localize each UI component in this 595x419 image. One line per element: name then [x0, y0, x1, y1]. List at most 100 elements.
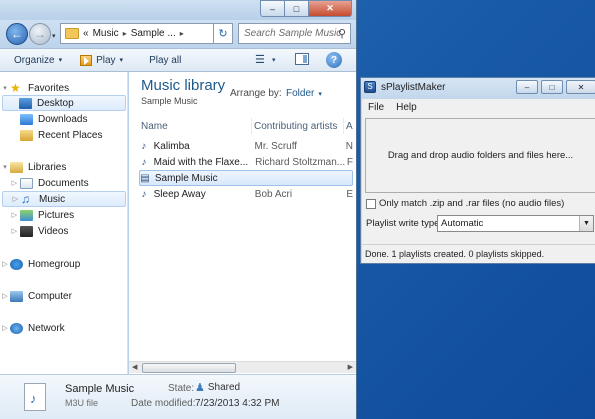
nav-label: Music: [39, 193, 66, 205]
network-icon: [10, 322, 23, 334]
music-file-icon: ♪: [141, 156, 147, 168]
expand-icon[interactable]: ▷: [0, 211, 20, 219]
nav-desktop[interactable]: Desktop: [2, 95, 126, 111]
expand-icon[interactable]: ▷: [0, 324, 10, 332]
file-artist: Mr. Scruff: [254, 140, 298, 152]
drop-zone-text: Drag and drop audio folders and files he…: [387, 150, 574, 161]
nav-downloads[interactable]: Downloads: [0, 111, 126, 127]
nav-music[interactable]: ▷ ♫ Music: [2, 191, 126, 207]
playlist-type-label: Playlist write types:: [366, 218, 447, 229]
search-input[interactable]: Search Sample Music ⚲: [238, 23, 351, 44]
nav-pictures[interactable]: ▷ Pictures: [0, 207, 126, 223]
expand-icon[interactable]: ▾: [0, 163, 10, 171]
scroll-right-icon[interactable]: ▶: [348, 363, 353, 371]
nav-homegroup[interactable]: ▷ Homegroup: [0, 256, 126, 272]
file-row[interactable]: ♪ Sleep Away Bob Acri E: [139, 186, 353, 202]
menu-help[interactable]: Help: [396, 102, 417, 113]
expand-icon[interactable]: ▷: [0, 227, 20, 235]
recent-pages-dropdown[interactable]: ▾: [52, 32, 56, 40]
expand-icon[interactable]: ▷: [3, 195, 21, 203]
nav-recent-places[interactable]: Recent Places: [0, 127, 126, 143]
file-album: N: [345, 140, 353, 152]
file-artist: Richard Stoltzman...: [255, 156, 346, 168]
file-row[interactable]: ♪ Maid with the Flaxe... Richard Stoltzm…: [139, 154, 353, 170]
play-all-button[interactable]: Play all: [143, 50, 187, 70]
preview-pane-icon[interactable]: [295, 53, 309, 65]
archive-only-option[interactable]: Only match .zip and .rar files (no audio…: [366, 198, 564, 209]
music-icon: ♫: [21, 191, 30, 206]
nav-favorites[interactable]: ▾ ★ Favorites: [0, 80, 126, 96]
chevron-down-icon[interactable]: ▾: [272, 56, 276, 64]
shared-users-icon: ♟: [195, 382, 205, 394]
music-file-icon: ♪: [141, 188, 147, 200]
address-overflow-chevron[interactable]: «: [83, 28, 89, 39]
file-name: Sleep Away: [153, 188, 206, 200]
nav-label: Videos: [38, 225, 69, 237]
maximize-button[interactable]: □: [541, 80, 563, 94]
play-button[interactable]: Play ▾: [74, 50, 129, 70]
drop-zone[interactable]: Drag and drop audio folders and files he…: [365, 118, 595, 193]
chevron-down-icon: ▾: [119, 57, 124, 64]
expand-icon[interactable]: ▷: [0, 260, 10, 268]
change-view-icon[interactable]: ☰: [255, 53, 265, 66]
help-icon[interactable]: ?: [326, 52, 342, 68]
nav-documents[interactable]: ▷ Documents: [0, 175, 126, 191]
minimize-button[interactable]: –: [260, 0, 285, 17]
playlist-type-select[interactable]: Automatic ▼: [437, 215, 594, 232]
search-icon[interactable]: ⚲: [338, 27, 346, 40]
play-all-label: Play all: [149, 54, 182, 66]
refresh-button[interactable]: ↻: [213, 23, 233, 44]
playlist-file-icon: ▤: [140, 172, 150, 184]
breadcrumb-sample-music[interactable]: Sample ...: [131, 28, 176, 39]
back-arrow-icon: ←: [11, 27, 23, 41]
horizontal-scrollbar[interactable]: ◀ ▶: [129, 361, 356, 373]
nav-computer[interactable]: ▷ Computer: [0, 288, 126, 304]
back-button[interactable]: ←: [6, 23, 28, 45]
address-bar[interactable]: « Music ▸ Sample ... ▸ ▾: [60, 23, 233, 44]
expand-icon[interactable]: ▷: [0, 179, 20, 187]
library-subtitle: Sample Music: [141, 96, 198, 106]
playlist-file-icon: [24, 383, 46, 411]
expand-icon[interactable]: ▷: [0, 292, 10, 300]
minimize-button[interactable]: –: [516, 80, 538, 94]
splaylistmaker-caption-buttons: – □ ✕: [516, 80, 595, 94]
explorer-window: – □ ✕ ← → ▾ « Music ▸ Sample ... ▸ ▾ ↻ S…: [0, 0, 357, 419]
arrange-by-value: Folder: [286, 88, 315, 99]
file-row[interactable]: ♪ Kalimba Mr. Scruff N: [139, 138, 353, 154]
arrange-by-dropdown[interactable]: Folder ▾: [286, 88, 322, 99]
menu-file[interactable]: File: [368, 102, 384, 113]
organize-button[interactable]: Organize ▾: [8, 50, 68, 70]
archive-only-checkbox[interactable]: [366, 198, 376, 209]
menu-bar: File Help: [362, 99, 595, 116]
scrollbar-thumb[interactable]: [142, 363, 236, 373]
breadcrumb-separator-icon[interactable]: ▸: [180, 29, 184, 38]
archive-only-label: Only match .zip and .rar files (no audio…: [379, 198, 565, 209]
downloads-icon: [20, 113, 33, 125]
file-album: F: [346, 156, 353, 168]
details-file-name: Sample Music: [65, 383, 135, 395]
column-header-contributing-artists[interactable]: Contributing artists: [252, 118, 344, 134]
file-name: Kalimba: [153, 140, 190, 152]
close-button[interactable]: ✕: [566, 80, 595, 94]
close-button[interactable]: ✕: [309, 0, 352, 17]
file-row-selected[interactable]: ▤ Sample Music: [139, 170, 353, 186]
column-header-name[interactable]: Name: [139, 118, 252, 134]
nav-network[interactable]: ▷ Network: [0, 320, 126, 336]
column-header-album[interactable]: A: [344, 118, 356, 134]
maximize-button[interactable]: □: [285, 0, 309, 17]
scroll-left-icon[interactable]: ◀: [132, 363, 137, 371]
breadcrumb-separator-icon[interactable]: ▸: [123, 29, 127, 38]
forward-button[interactable]: →: [29, 23, 51, 45]
expand-icon[interactable]: ▾: [0, 84, 10, 92]
nav-label: Computer: [28, 290, 72, 302]
chevron-down-icon[interactable]: ▼: [579, 216, 593, 231]
breadcrumb-music[interactable]: Music: [93, 28, 119, 39]
explorer-titlebar[interactable]: – □ ✕: [0, 0, 356, 20]
videos-icon: [20, 225, 33, 237]
library-title: Music library: [141, 77, 226, 94]
file-album: E: [346, 188, 353, 200]
nav-videos[interactable]: ▷ Videos: [0, 223, 126, 239]
nav-libraries[interactable]: ▾ Libraries: [0, 159, 126, 175]
details-state-value: ♟ Shared: [195, 381, 240, 394]
splaylistmaker-titlebar[interactable]: S sPlaylistMaker – □ ✕: [361, 78, 595, 99]
